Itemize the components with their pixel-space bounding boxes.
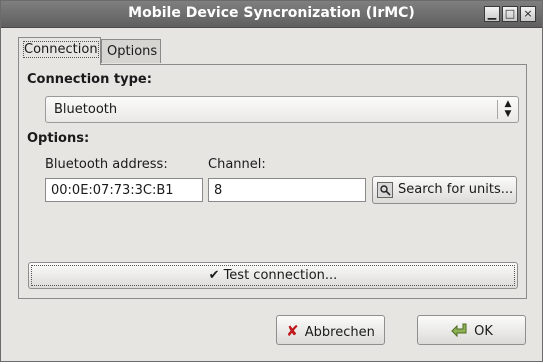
sync-dialog: Mobile Device Syncronization (IrMC) ▁ □ … [0,0,543,362]
test-connection-button[interactable]: ✔ Test connection... [28,262,518,289]
connection-panel: Connection type: Bluetooth ▲ ▼ Options: B… [18,64,527,299]
ok-label: OK [474,324,493,339]
connection-type-select[interactable]: Bluetooth ▲ ▼ [45,96,519,123]
options-heading: Options: [27,131,90,146]
ok-arrow-icon [450,322,468,342]
tab-connection[interactable]: Connection [18,37,101,65]
test-connection-label: Test connection... [223,268,338,283]
close-icon[interactable]: × [520,6,536,22]
window-title: Mobile Device Syncronization (IrMC) [128,5,415,21]
connection-type-heading: Connection type: [27,72,152,87]
cancel-button[interactable]: ✘ Abbrechen [276,315,385,345]
tab-connection-label: Connection [23,41,99,58]
combo-separator [497,100,498,119]
search-units-button[interactable]: Search for units... [372,176,517,204]
bluetooth-address-field[interactable]: 00:0E:07:73:3C:B1 [45,178,203,202]
bluetooth-address-label: Bluetooth address: [45,157,168,172]
cancel-row: ✘ Abbrechen [277,322,384,340]
channel-label: Channel: [208,157,266,172]
ok-row: OK [418,322,525,342]
tab-options[interactable]: Options [101,39,161,63]
channel-field[interactable]: 8 [208,178,366,202]
magnifier-icon [377,182,393,198]
maximize-icon[interactable]: □ [502,6,518,22]
search-units-label: Search for units... [398,182,514,197]
minimize-icon[interactable]: ▁ [484,6,500,22]
cancel-label: Abbrechen [304,325,375,340]
tab-options-label: Options [107,44,158,59]
connection-type-value: Bluetooth [54,102,118,117]
title-bar[interactable]: Mobile Device Syncronization (IrMC) ▁ □ … [1,1,542,28]
test-connection-row: ✔ Test connection... [29,268,517,283]
ok-button[interactable]: OK [417,315,526,345]
checkmark-icon: ✔ [208,268,220,283]
cancel-x-icon: ✘ [286,322,299,340]
updown-arrows-icon: ▲ ▼ [504,99,512,119]
